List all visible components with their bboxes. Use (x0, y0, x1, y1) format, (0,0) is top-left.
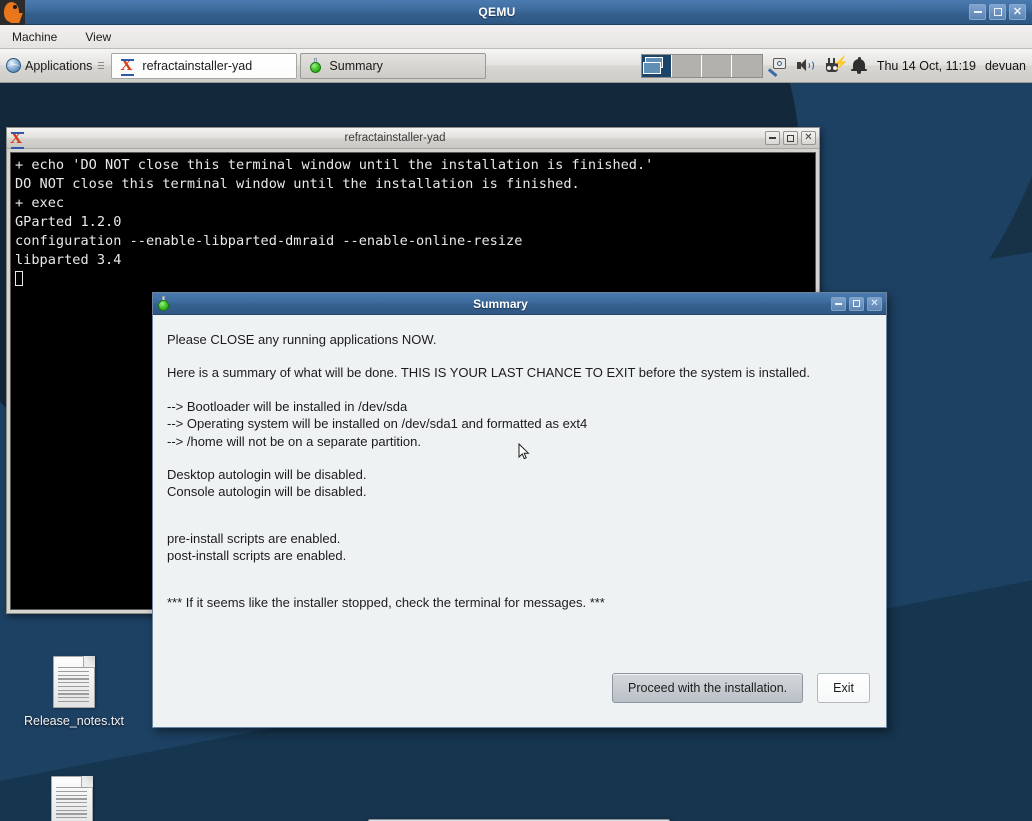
flask-icon (157, 296, 170, 311)
dialog-line-post-install: post-install scripts are enabled. (167, 548, 347, 564)
applications-menu-label: Applications (25, 58, 93, 73)
taskbar-panel: Applications refractainstaller-yad Summa… (0, 49, 1032, 83)
task-label: Summary (329, 58, 383, 73)
dialog-window-controls: ✕ (831, 296, 882, 311)
applications-menu-button[interactable]: Applications (0, 51, 109, 81)
dialog-title: Summary (473, 296, 528, 311)
clock[interactable]: Thu 14 Oct, 11:19 (877, 59, 976, 73)
qemu-logo-icon (0, 0, 25, 25)
menu-machine[interactable]: Machine (8, 28, 61, 46)
terminal-maximize-button[interactable] (783, 131, 798, 145)
text-document-icon (53, 656, 95, 708)
dialog-body: Please CLOSE any running applications NO… (153, 315, 886, 673)
dialog-maximize-button[interactable] (849, 296, 864, 311)
key-icon[interactable] (768, 57, 787, 77)
desktop-icon-label: Release_notes.txt (23, 714, 125, 728)
dialog-line-os-target: --> Operating system will be installed o… (167, 416, 588, 432)
workspace-2[interactable] (671, 54, 702, 77)
dialog-line-console-autologin: Console autologin will be disabled. (167, 484, 367, 500)
task-label: refractainstaller-yad (142, 58, 253, 73)
bell-icon[interactable] (850, 56, 868, 75)
window-tasklist: refractainstaller-yad Summary (111, 52, 487, 79)
dialog-line-stopped-hint: *** If it seems like the installer stopp… (167, 594, 605, 610)
mouse-cursor (518, 443, 530, 460)
dialog-line-close-apps: Please CLOSE any running applications NO… (167, 332, 437, 347)
terminal-close-button[interactable]: ✕ (801, 131, 816, 145)
globe-icon (6, 58, 21, 73)
screen: QEMU ✕ Machine View Release_notes.txt X … (0, 0, 1032, 821)
dialog-line-pre-install: pre-install scripts are enabled. (167, 530, 341, 546)
xterm-icon (10, 128, 25, 149)
terminal-output-text: + echo 'DO NOT close this terminal windo… (15, 157, 654, 268)
dialog-minimize-button[interactable] (831, 296, 846, 311)
dialog-action-bar: Proceed with the installation. Exit (153, 673, 886, 727)
terminal-titlebar: refractainstaller-yad ✕ (7, 128, 819, 149)
qemu-window-title: QEMU (478, 5, 516, 19)
workspace-3[interactable] (701, 54, 732, 77)
workspace-switcher[interactable] (640, 53, 763, 78)
flask-icon (309, 58, 322, 73)
xterm-icon (120, 55, 135, 76)
dialog-titlebar: Summary ✕ (153, 293, 886, 315)
menu-view[interactable]: View (81, 28, 115, 46)
volume-icon[interactable] (796, 57, 814, 75)
terminal-window-title: refractainstaller-yad (344, 132, 446, 144)
proceed-button[interactable]: Proceed with the installation. (612, 673, 804, 703)
panel-handle[interactable] (98, 57, 105, 75)
desktop-icon-release-notes[interactable]: Release_notes.txt (18, 656, 130, 729)
summary-dialog[interactable]: Summary ✕ Please CLOSE any running appli… (152, 292, 887, 728)
terminal-cursor (15, 271, 23, 286)
qemu-close-button[interactable]: ✕ (1009, 4, 1026, 20)
task-refractainstaller-yad[interactable]: refractainstaller-yad (111, 52, 298, 79)
terminal-minimize-button[interactable] (765, 131, 780, 145)
dialog-line-summary-intro: Here is a summary of what will be done. … (167, 365, 811, 381)
workspace-4[interactable] (731, 54, 762, 77)
dialog-line-bootloader: --> Bootloader will be installed in /dev… (167, 398, 408, 414)
dialog-line-desktop-autologin: Desktop autologin will be disabled. (167, 467, 367, 483)
username-label[interactable]: devuan (985, 59, 1026, 73)
qemu-maximize-button[interactable] (989, 4, 1006, 20)
qemu-window-controls: ✕ (969, 4, 1032, 20)
desktop-icon-readme[interactable]: README.desktop-live (16, 776, 128, 821)
text-document-icon (51, 776, 93, 821)
guest-screen: Release_notes.txt README.desktop-live re… (0, 49, 1032, 821)
workspace-1[interactable] (641, 54, 672, 77)
dialog-close-button[interactable]: ✕ (867, 296, 882, 311)
qemu-menubar: Machine View (0, 25, 1032, 49)
exit-button[interactable]: Exit (817, 673, 870, 703)
power-plug-icon[interactable]: ⚡ (823, 56, 849, 75)
terminal-window-controls: ✕ (765, 131, 816, 145)
qemu-titlebar: QEMU ✕ (0, 0, 1032, 25)
system-tray: ⚡ Thu 14 Oct, 11:19 devuan (768, 56, 1032, 77)
task-summary[interactable]: Summary (300, 52, 487, 79)
qemu-minimize-button[interactable] (969, 4, 986, 20)
